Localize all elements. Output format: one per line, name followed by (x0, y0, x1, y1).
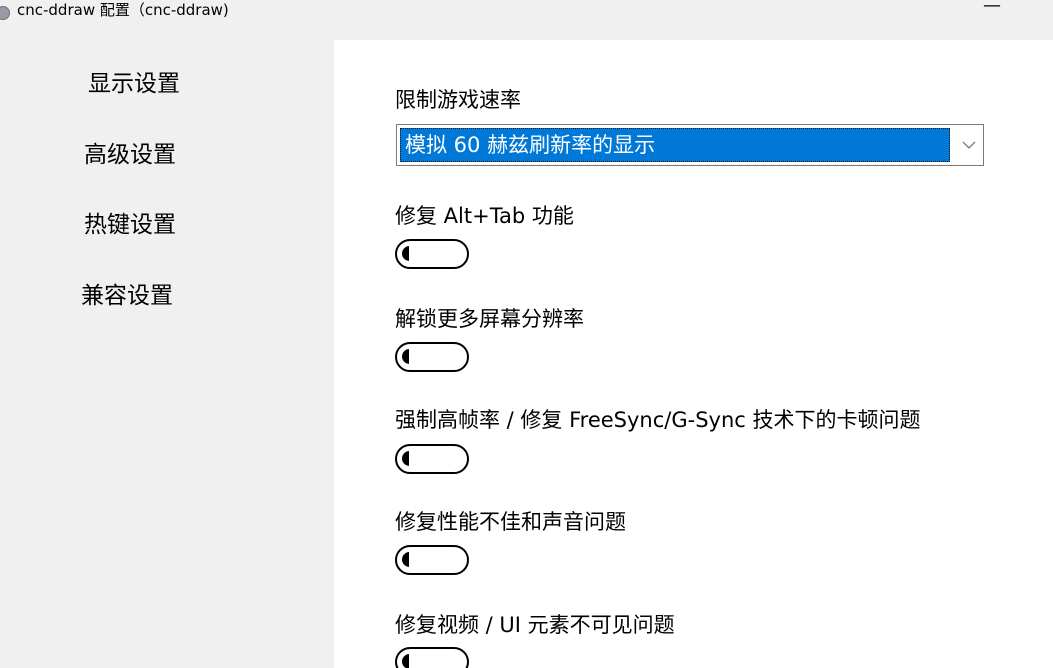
sidebar-item-hotkeys[interactable]: 热键设置 (84, 210, 176, 240)
limit-fps-dropdown[interactable]: 模拟 60 赫兹刷新率的显示 (396, 124, 984, 166)
unlock-resolutions-label: 解锁更多屏幕分辨率 (395, 307, 584, 331)
alt-tab-fix-toggle[interactable] (395, 239, 469, 269)
force-high-fps-toggle[interactable] (395, 444, 469, 474)
invisible-elements-fix-toggle[interactable] (395, 647, 469, 668)
unlock-resolutions-toggle[interactable] (395, 342, 469, 372)
title-bar: cnc-ddraw 配置（cnc-ddraw) — (0, 0, 1053, 40)
performance-sound-fix-toggle[interactable] (395, 545, 469, 575)
alt-tab-fix-label: 修复 Alt+Tab 功能 (395, 204, 574, 228)
window-title: cnc-ddraw 配置（cnc-ddraw) (17, 1, 229, 19)
toggle-knob (402, 451, 418, 466)
sidebar: 显示设置 高级设置 热键设置 兼容设置 (0, 40, 334, 668)
settings-panel: 限制游戏速率 模拟 60 赫兹刷新率的显示 修复 Alt+Tab 功能 解锁更多… (334, 40, 1053, 668)
toggle-knob (402, 552, 418, 567)
toggle-knob (402, 349, 418, 364)
minimize-button[interactable]: — (966, 0, 1018, 20)
toggle-knob (402, 246, 418, 261)
performance-sound-fix-label: 修复性能不佳和声音问题 (395, 510, 626, 534)
limit-fps-label: 限制游戏速率 (395, 88, 521, 112)
force-high-fps-label: 强制高帧率 / 修复 FreeSync/G-Sync 技术下的卡顿问题 (395, 408, 921, 432)
chevron-down-icon (962, 141, 976, 149)
invisible-elements-fix-label: 修复视频 / UI 元素不可见问题 (395, 613, 675, 637)
sidebar-item-display[interactable]: 显示设置 (88, 69, 180, 99)
app-gear-icon (0, 6, 10, 20)
toggle-knob (402, 654, 418, 668)
sidebar-item-advanced[interactable]: 高级设置 (84, 140, 176, 170)
limit-fps-selected-value: 模拟 60 赫兹刷新率的显示 (400, 128, 950, 162)
sidebar-item-compatibility[interactable]: 兼容设置 (81, 281, 173, 311)
